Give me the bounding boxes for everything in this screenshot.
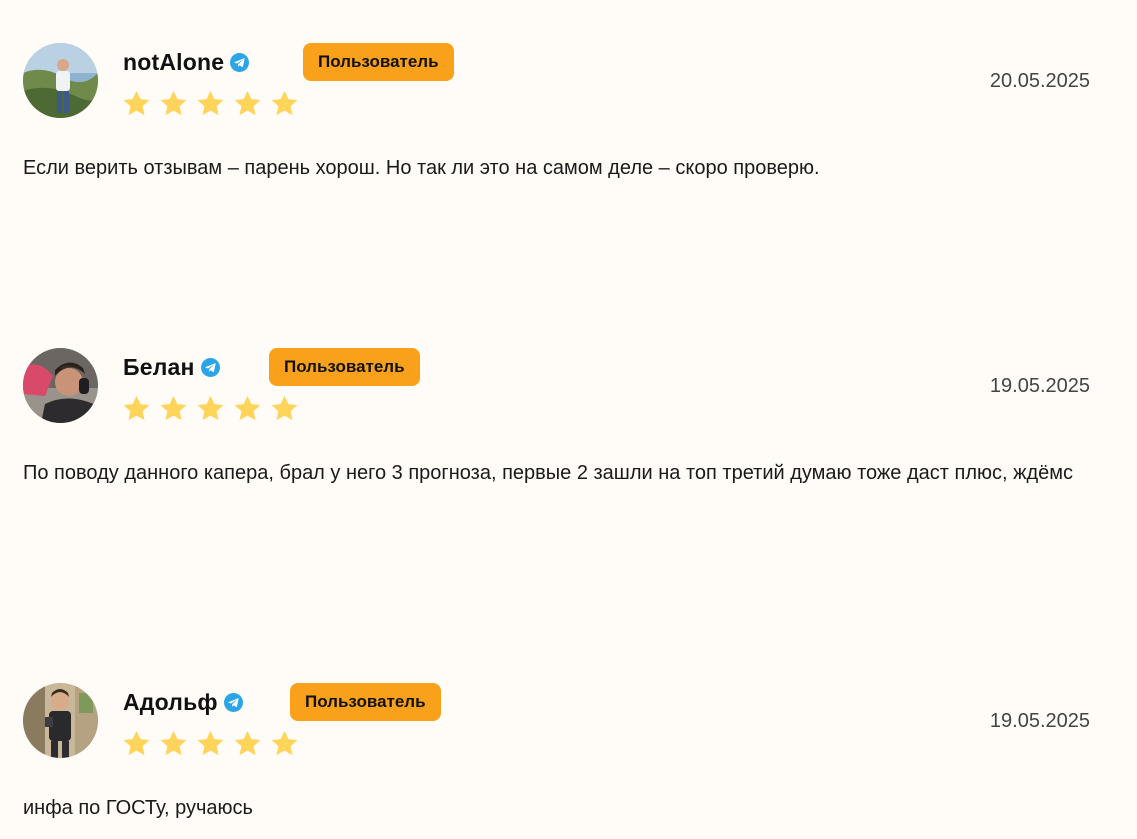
review-date: 19.05.2025 xyxy=(989,375,1090,397)
user-role-badge[interactable]: Пользователь xyxy=(269,348,420,386)
star-icon xyxy=(123,730,150,756)
star-icon xyxy=(271,395,298,421)
user-role-badge[interactable]: Пользователь xyxy=(303,43,454,81)
star-icon xyxy=(271,730,298,756)
author-row: Белан xyxy=(123,352,220,382)
review-text: инфа по ГОСТу, ручаюсь xyxy=(23,797,253,819)
review-date: 20.05.2025 xyxy=(989,70,1090,92)
star-icon xyxy=(123,90,150,116)
star-icon xyxy=(271,90,298,116)
telegram-verified-icon xyxy=(200,357,220,377)
star-icon xyxy=(160,395,187,421)
star-icon xyxy=(160,90,187,116)
rating-stars xyxy=(121,729,300,759)
avatar[interactable] xyxy=(23,43,98,118)
rating-stars xyxy=(121,394,300,424)
user-role-badge[interactable]: Пользователь xyxy=(290,683,441,721)
author-name[interactable]: Адольф xyxy=(123,689,218,716)
avatar[interactable] xyxy=(23,348,98,423)
author-name[interactable]: notAlone xyxy=(123,49,224,76)
telegram-verified-icon xyxy=(223,692,243,712)
star-icon xyxy=(160,730,187,756)
star-icon xyxy=(197,730,224,756)
review-text: Если верить отзывам – парень хорош. Но т… xyxy=(23,157,820,179)
avatar[interactable] xyxy=(23,683,98,758)
author-name[interactable]: Белан xyxy=(123,354,195,381)
star-icon xyxy=(234,90,261,116)
author-row: notAlone xyxy=(123,47,250,77)
star-icon xyxy=(234,395,261,421)
star-icon xyxy=(197,90,224,116)
review-date: 19.05.2025 xyxy=(989,710,1090,732)
author-row: Адольф xyxy=(123,687,243,717)
star-icon xyxy=(123,395,150,421)
telegram-verified-icon xyxy=(230,52,250,72)
rating-stars xyxy=(121,89,300,119)
review-text: По поводу данного капера, брал у него 3 … xyxy=(23,462,1074,484)
star-icon xyxy=(197,395,224,421)
star-icon xyxy=(234,730,261,756)
